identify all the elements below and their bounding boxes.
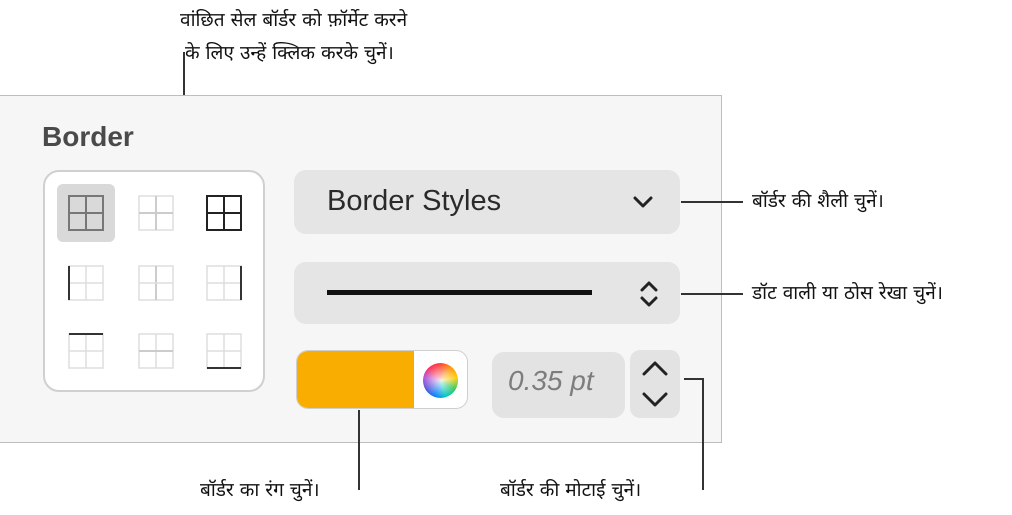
vertical-inner-border-icon <box>138 265 174 301</box>
border-styles-label: Border Styles <box>327 185 502 217</box>
border-grid <box>43 170 265 392</box>
color-wheel-icon[interactable] <box>423 363 458 398</box>
chevron-down-icon <box>633 196 653 208</box>
inner-borders-button[interactable] <box>127 184 185 242</box>
horizontal-inner-border-icon <box>138 333 174 369</box>
border-color-well[interactable] <box>296 350 468 409</box>
chevron-up-icon[interactable] <box>639 356 671 380</box>
callout-border-thickness: बॉर्डर की मोटाई चुनें। <box>500 479 642 501</box>
chevron-down-icon[interactable] <box>639 388 671 412</box>
panel-title: Border <box>42 121 134 152</box>
solid-line-preview <box>327 290 592 295</box>
right-border-button[interactable] <box>195 254 253 312</box>
bottom-border-icon <box>206 333 242 369</box>
inner-borders-icon <box>138 195 174 231</box>
outer-and-inner-borders-icon <box>206 195 242 231</box>
callout-line-thickness-h <box>684 378 704 380</box>
callout-line-thickness-v <box>702 378 704 490</box>
horizontal-inner-border-button[interactable] <box>127 322 185 380</box>
all-borders-icon <box>68 195 104 231</box>
right-border-icon <box>206 265 242 301</box>
callout-border-color: बॉर्डर का रंग चुनें। <box>200 479 320 501</box>
callout-line-color <box>358 410 360 490</box>
callout-select-cells-line1: वांछित सेल बॉर्डर को फ़ॉर्मेट करने <box>180 9 408 31</box>
callout-select-cells-line2: के लिए उन्हें क्लिक करके चुनें। <box>185 42 394 64</box>
up-down-chevron-icon <box>640 281 658 307</box>
top-border-icon <box>68 333 104 369</box>
vertical-inner-border-button[interactable] <box>127 254 185 312</box>
thickness-value[interactable]: 0.35 pt <box>508 365 620 397</box>
outer-and-inner-borders-button[interactable] <box>195 184 253 242</box>
color-swatch[interactable] <box>297 351 414 408</box>
top-border-button[interactable] <box>57 322 115 380</box>
callout-border-style: बॉर्डर की शैली चुनें। <box>752 190 884 212</box>
callout-line-type: डॉट वाली या ठोस रेखा चुनें। <box>752 282 943 304</box>
left-border-icon <box>68 265 104 301</box>
left-border-button[interactable] <box>57 254 115 312</box>
callout-line-line-type <box>681 293 743 295</box>
thickness-stepper[interactable] <box>630 350 680 418</box>
bottom-border-button[interactable] <box>195 322 253 380</box>
callout-line-style <box>681 201 743 203</box>
all-borders-button[interactable] <box>57 184 115 242</box>
